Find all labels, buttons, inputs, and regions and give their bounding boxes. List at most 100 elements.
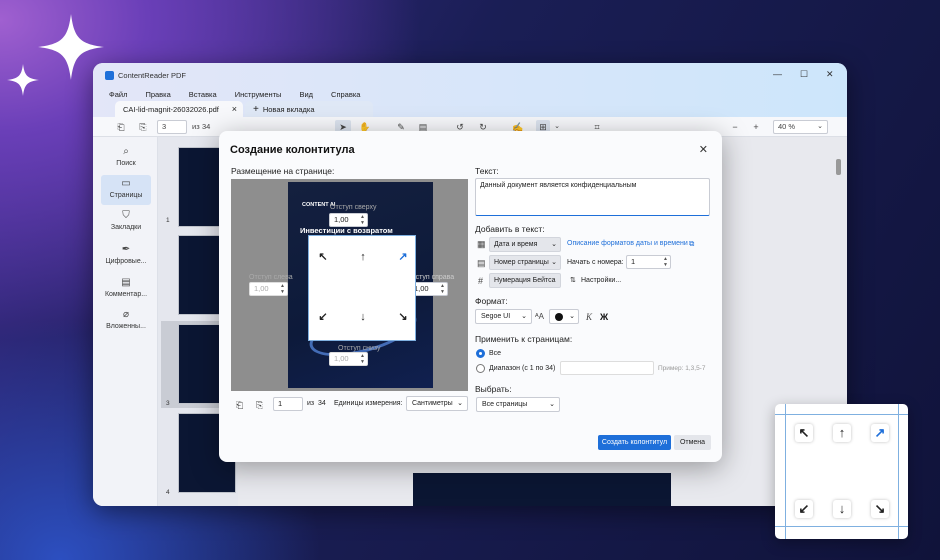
- menu-tools[interactable]: Инструменты: [235, 90, 282, 99]
- sidebar-item-signatures[interactable]: ✒ Цифровые...: [101, 241, 151, 271]
- margin-top-label: Отступ сверху: [330, 204, 377, 211]
- thumbnail-number: 4: [166, 489, 170, 496]
- radio-range-label: Диапазон (с 1 по 34): [489, 365, 556, 372]
- spinner-icon[interactable]: ▲ ▼: [440, 283, 445, 295]
- arrow-down-icon[interactable]: ↓: [833, 500, 851, 518]
- dialog-close-icon[interactable]: ✕: [699, 143, 708, 156]
- preview-of-label: из: [307, 400, 315, 407]
- arrow-down-left-icon[interactable]: ↙: [795, 500, 813, 518]
- menu-file[interactable]: Файл: [109, 90, 127, 99]
- maximize-button[interactable]: ☐: [800, 69, 808, 80]
- start-from-value: 1: [631, 257, 636, 266]
- page-input[interactable]: 3: [157, 120, 187, 134]
- prev-page-icon[interactable]: ⎗: [236, 400, 243, 411]
- minimize-button[interactable]: —: [773, 69, 782, 79]
- sidebar-label: Комментар...: [104, 291, 148, 298]
- margin-bottom-input[interactable]: 1,00 ▲ ▼: [329, 352, 368, 366]
- spinner-icon[interactable]: ▲ ▼: [360, 353, 365, 365]
- next-page-icon[interactable]: ⎘: [256, 400, 263, 411]
- arrow-up-left-icon[interactable]: ↖: [795, 424, 813, 442]
- margin-top-input[interactable]: 1,00 ▲ ▼: [329, 213, 368, 227]
- arrow-up-right-icon[interactable]: ↗: [396, 250, 410, 264]
- next-page-icon[interactable]: ⎘: [137, 120, 149, 134]
- arrow-down-right-icon[interactable]: ↘: [396, 310, 410, 324]
- sidebar-item-pages[interactable]: ▭ Страницы: [101, 175, 151, 205]
- close-window-button[interactable]: ✕: [826, 69, 834, 80]
- header-text-input[interactable]: Данный документ является конфиденциальны…: [475, 178, 710, 216]
- tab-document[interactable]: CAI-lid-magnit-26032026.pdf ×: [115, 101, 243, 117]
- bookmark-icon: ⛉: [122, 210, 130, 221]
- radio-range[interactable]: [476, 364, 485, 373]
- external-link-icon[interactable]: ⧉: [689, 239, 694, 249]
- create-header-button[interactable]: Создать колонтитул: [598, 435, 671, 450]
- guide-line: [785, 404, 786, 539]
- radio-all[interactable]: [476, 349, 485, 358]
- arrow-up-right-icon[interactable]: ↗: [871, 424, 889, 442]
- arrow-down-left-icon[interactable]: ↙: [316, 310, 330, 324]
- preview-page-input[interactable]: 1: [273, 397, 303, 411]
- font-size-icon[interactable]: ᴬA: [535, 312, 544, 321]
- range-example: Пример: 1,3,5-7: [658, 365, 706, 372]
- pages-icon: ▭: [121, 178, 131, 189]
- arrow-down-icon[interactable]: ↓: [356, 310, 370, 324]
- menu-edit[interactable]: Правка: [145, 90, 170, 99]
- thumbnail-number: 3: [166, 400, 170, 407]
- spinner-icon[interactable]: ▲ ▼: [663, 256, 668, 268]
- prev-page-icon[interactable]: ⎗: [115, 120, 127, 134]
- hash-icon: #: [478, 276, 484, 286]
- zoom-out-icon[interactable]: −: [729, 120, 741, 134]
- chevron-down-icon: ⌄: [457, 400, 463, 407]
- sidebar-label: Страницы: [109, 192, 143, 199]
- arrow-down-right-icon[interactable]: ↘: [871, 500, 889, 518]
- spinner-icon[interactable]: ▲ ▼: [280, 283, 285, 295]
- sidebar-item-bookmarks[interactable]: ⛉ Закладки: [101, 207, 151, 237]
- menu-insert[interactable]: Вставка: [189, 90, 217, 99]
- sidebar-label: Поиск: [116, 160, 136, 167]
- units-label: Единицы измерения:: [334, 400, 403, 407]
- menu-help[interactable]: Справка: [331, 90, 360, 99]
- tab-new[interactable]: + Новая вкладка: [245, 101, 373, 117]
- page-number-button[interactable]: Номер страницы ⌄: [489, 255, 561, 270]
- zoom-chevron-icon: ⌄: [817, 123, 823, 130]
- range-input[interactable]: [560, 361, 654, 375]
- sidebar-item-search[interactable]: ⌕ Поиск: [101, 143, 151, 173]
- zoom-value: 40 %: [778, 122, 796, 131]
- page-number-label: Номер страницы: [494, 259, 549, 266]
- tab-document-label: CAI-lid-magnit-26032026.pdf: [123, 104, 219, 114]
- margin-left-input[interactable]: 1,00 ▲ ▼: [249, 282, 288, 296]
- arrow-up-icon[interactable]: ↑: [356, 250, 370, 264]
- tab-close-icon[interactable]: ×: [232, 104, 237, 114]
- app-logo-icon: [105, 70, 114, 80]
- zoom-select[interactable]: 40 % ⌄: [773, 120, 828, 134]
- date-formats-link[interactable]: Описание форматов даты и времени: [567, 240, 688, 247]
- vertical-scrollbar[interactable]: [836, 159, 841, 175]
- settings-link[interactable]: Настройки...: [581, 277, 621, 284]
- sort-icon: ⇅: [570, 277, 576, 284]
- arrow-up-icon[interactable]: ↑: [833, 424, 851, 442]
- start-from-input[interactable]: 1 ▲ ▼: [626, 255, 671, 269]
- color-select[interactable]: ⌄: [549, 309, 579, 324]
- sidebar-item-attachments[interactable]: ⌀ Вложенны...: [101, 306, 151, 336]
- italic-button[interactable]: К: [586, 312, 592, 322]
- color-swatch: [555, 313, 563, 321]
- bates-button[interactable]: Нумерация Бейтса: [489, 273, 561, 288]
- bates-label: Нумерация Бейтса: [494, 277, 556, 284]
- sidebar-item-comments[interactable]: ▤ Комментар...: [101, 274, 151, 304]
- font-value: Segoe UI: [481, 313, 511, 320]
- preview-page-value: 1: [278, 399, 283, 408]
- menu-view[interactable]: Вид: [299, 90, 313, 99]
- app-title: ContentReader PDF: [118, 70, 186, 80]
- header-footer-dialog: Создание колонтитула ✕ Размещение на стр…: [219, 131, 722, 462]
- sidebar: ⌕ Поиск ▭ Страницы ⛉ Закладки ✒ Цифровые... …: [93, 137, 158, 506]
- position-picker: ↖ ↑ ↗ ↙ ↓ ↘: [308, 235, 416, 341]
- margin-bottom-value: 1,00: [334, 354, 349, 363]
- spinner-icon[interactable]: ▲ ▼: [360, 214, 365, 226]
- zoom-in-icon[interactable]: +: [750, 120, 762, 134]
- bold-button[interactable]: Ж: [600, 312, 608, 322]
- pages-select[interactable]: Все страницы ⌄: [476, 397, 560, 412]
- cancel-button[interactable]: Отмена: [674, 435, 711, 450]
- units-select[interactable]: Сантиметры ⌄: [406, 396, 468, 411]
- font-select[interactable]: Segoe UI ⌄: [475, 309, 532, 324]
- date-time-button[interactable]: Дата и время ⌄: [489, 237, 561, 252]
- arrow-up-left-icon[interactable]: ↖: [316, 250, 330, 264]
